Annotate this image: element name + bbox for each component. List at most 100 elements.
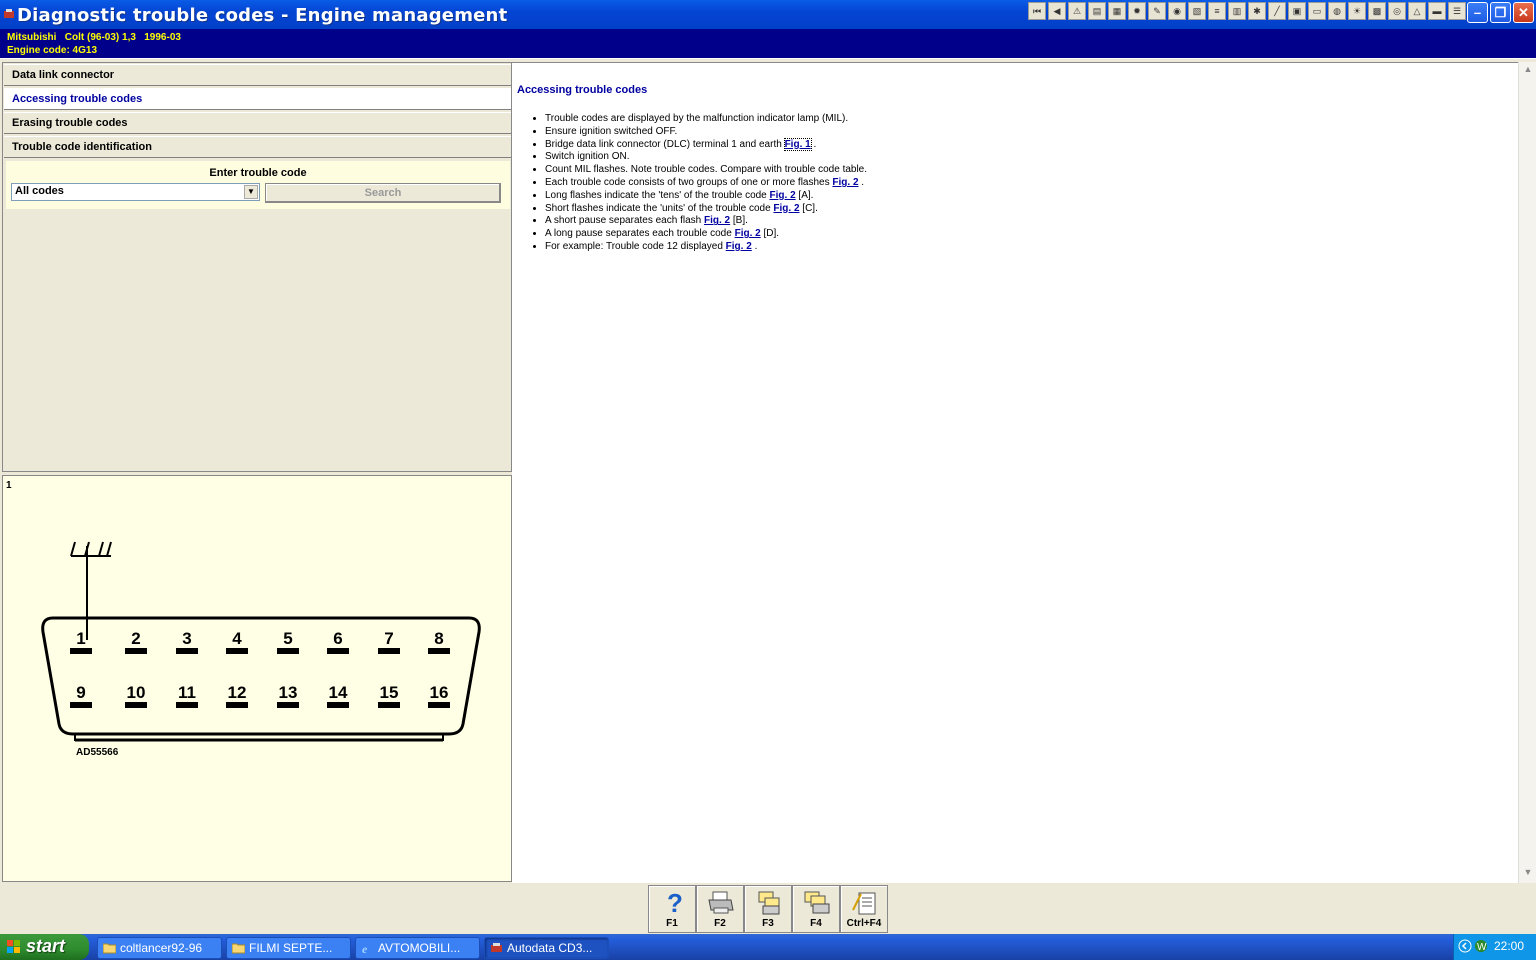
figure-panel: 1 1 2 3 4 5 6 7 8 9 10 11 12 13 14 15 16 AD55566 <box>2 475 512 882</box>
print-preview-icon <box>758 891 780 915</box>
car-icon[interactable]: ▬ <box>1428 2 1446 20</box>
pin-terminal <box>70 702 92 708</box>
figure-link[interactable]: Fig. 1 <box>783 137 812 151</box>
instruction-item: A long pause separates each trouble code… <box>545 228 867 241</box>
f3-label: F3 <box>762 918 774 929</box>
figure-link[interactable]: Fig. 2 <box>704 215 730 226</box>
scroll-up-icon[interactable]: ▲ <box>1521 64 1535 78</box>
service-icon[interactable]: ▩ <box>1368 2 1386 20</box>
warning-icon[interactable]: ⚠ <box>1068 2 1086 20</box>
pin-label: 5 <box>283 629 292 648</box>
instruction-suffix: [C]. <box>799 202 818 214</box>
close-button[interactable]: ✕ <box>1513 2 1534 23</box>
instruction-suffix: . <box>810 138 817 150</box>
figure-link[interactable]: Fig. 2 <box>735 228 761 239</box>
instruction-suffix: . <box>751 240 758 252</box>
instruction-text: Trouble codes are displayed by the malfu… <box>545 113 849 124</box>
component-icon[interactable]: ✱ <box>1248 2 1266 20</box>
nav-item-accessing-trouble-codes[interactable]: Accessing trouble codes <box>4 88 511 110</box>
task-coltlancer[interactable]: coltlancer92-96 <box>97 937 222 959</box>
instruction-suffix: . <box>858 176 865 188</box>
task-label: coltlancer92-96 <box>120 941 203 955</box>
first-page-icon[interactable]: ⏮ <box>1028 2 1046 20</box>
pin-label: 4 <box>232 629 242 648</box>
pin-label: 10 <box>127 683 146 702</box>
figure-link[interactable]: Fig. 2 <box>726 241 752 252</box>
engine-icon[interactable]: ▤ <box>1088 2 1106 20</box>
svg-text:?: ? <box>667 890 683 916</box>
tools-icon[interactable]: ≡ <box>1208 2 1226 20</box>
f2-print-button[interactable]: F2 <box>696 885 744 933</box>
topic-navigation-panel: Data link connector Accessing trouble co… <box>2 62 512 472</box>
print-all-icon <box>804 891 830 914</box>
pin-label: 13 <box>279 683 298 702</box>
pin-label: 12 <box>228 683 247 702</box>
minimize-button[interactable]: – <box>1467 2 1488 23</box>
network-icon[interactable]: W <box>1474 939 1488 953</box>
task-filmi-septe[interactable]: FILMI SEPTE... <box>226 937 351 959</box>
ignition-icon[interactable]: ✹ <box>1128 2 1146 20</box>
ctrl-f4-label: Ctrl+F4 <box>846 918 882 929</box>
battery-icon[interactable]: ▭ <box>1308 2 1326 20</box>
chevron-down-icon[interactable]: ▼ <box>244 185 258 199</box>
autodata-app-icon <box>4 9 14 18</box>
pin-terminal <box>327 648 349 654</box>
trouble-code-select[interactable]: All codes ▼ <box>11 183 260 201</box>
pin-label: 1 <box>76 629 85 648</box>
wrench-icon[interactable]: ✎ <box>1148 2 1166 20</box>
task-label: AVTOMOBILI... <box>378 941 461 955</box>
f3-print-preview-button[interactable]: F3 <box>744 885 792 933</box>
airbag-icon[interactable]: ◎ <box>1388 2 1406 20</box>
task-avtomobili[interactable]: e AVTOMOBILI... <box>355 937 480 959</box>
bulb-icon[interactable]: ☀ <box>1348 2 1366 20</box>
folder-icon <box>232 943 245 954</box>
brush-icon[interactable]: ╱ <box>1268 2 1286 20</box>
pin-label: 16 <box>430 683 449 702</box>
instruction-text: For example: Trouble code 12 displayed <box>545 240 726 252</box>
instruction-item: A short pause separates each flash Fig. … <box>545 215 867 228</box>
pin-terminal <box>327 702 349 708</box>
f1-help-button[interactable]: ? F1 <box>648 885 696 933</box>
task-autodata[interactable]: Autodata CD3... <box>484 937 609 959</box>
back-icon[interactable]: ◀ <box>1048 2 1066 20</box>
figure-link[interactable]: Fig. 2 <box>773 203 799 214</box>
nav-item-data-link-connector[interactable]: Data link connector <box>4 64 511 86</box>
list-icon[interactable]: ☰ <box>1448 2 1466 20</box>
diagram-icon[interactable]: ▧ <box>1188 2 1206 20</box>
figure-link[interactable]: Fig. 2 <box>770 190 796 201</box>
restore-button[interactable]: ❐ <box>1490 2 1511 23</box>
figure-link[interactable]: Fig. 2 <box>832 177 858 188</box>
instruction-item: Bridge data link connector (DLC) termina… <box>545 137 867 152</box>
pin-terminal <box>125 702 147 708</box>
start-button[interactable]: start <box>0 934 89 960</box>
instruction-text: Count MIL flashes. Note trouble codes. C… <box>545 164 868 176</box>
search-button[interactable]: Search <box>265 183 501 203</box>
lift-icon[interactable]: ▥ <box>1228 2 1246 20</box>
engine-code: Engine code: 4G13 <box>7 45 98 56</box>
instruction-text: Each trouble code consists of two groups… <box>545 176 833 188</box>
instruction-text: Long flashes indicate the 'tens' of the … <box>545 189 770 201</box>
pin-terminal <box>125 648 147 654</box>
red-tool-icon[interactable]: ▣ <box>1288 2 1306 20</box>
instruction-text: A long pause separates each trouble code <box>545 228 735 240</box>
pin-terminal <box>176 702 198 708</box>
f4-print-all-button[interactable]: F4 <box>792 885 840 933</box>
windows-taskbar: start coltlancer92-96 FILMI SEPTE... e A… <box>0 934 1536 960</box>
task-label: Autodata CD3... <box>507 941 593 955</box>
tyre-icon[interactable]: ◍ <box>1328 2 1346 20</box>
svg-text:W: W <box>1477 942 1487 953</box>
content-title: Accessing trouble codes <box>517 84 648 96</box>
gauge-icon[interactable]: ◉ <box>1168 2 1186 20</box>
nav-item-trouble-code-identification[interactable]: Trouble code identification <box>4 136 511 158</box>
function-key-bar: ? F1 F2 F3 F4 Ctrl+F4 <box>648 885 888 933</box>
trouble-code-search: Enter trouble code All codes ▼ Search <box>6 161 510 209</box>
nav-item-erasing-trouble-codes[interactable]: Erasing trouble codes <box>4 112 511 134</box>
ctrl-f4-notes-button[interactable]: Ctrl+F4 <box>840 885 888 933</box>
content-scrollbar[interactable]: ▲ ▼ <box>1518 62 1536 883</box>
map-icon[interactable]: ▦ <box>1108 2 1126 20</box>
alert-icon[interactable]: △ <box>1408 2 1426 20</box>
scroll-down-icon[interactable]: ▼ <box>1521 867 1535 881</box>
collapse-tray-icon[interactable] <box>1458 939 1472 953</box>
pin-label: 6 <box>333 629 342 648</box>
folder-icon <box>103 943 116 954</box>
